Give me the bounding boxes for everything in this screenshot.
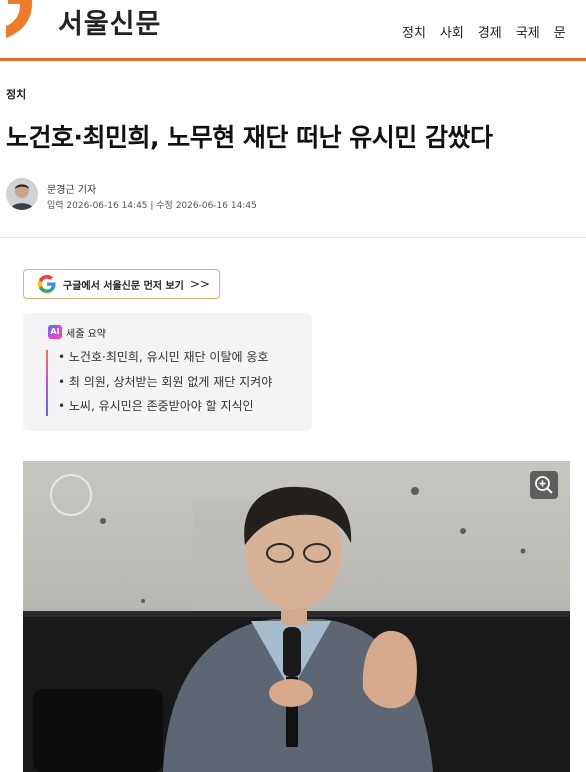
article-photo[interactable]: [23, 461, 570, 772]
reporter-avatar[interactable]: [6, 178, 38, 210]
summary-item: • 노건호·최민희, 유시민 재단 이탈에 옹호: [58, 350, 269, 364]
site-header: 서울신문 정치 사회 경제 국제 문: [0, 0, 586, 61]
chevron-right-double-icon: >>: [189, 277, 210, 291]
article-headline: 노건호·최민희, 노무현 재단 떠난 유시민 감쌌다: [6, 123, 493, 152]
zoom-in-icon: [535, 476, 553, 494]
summary-list: • 노건호·최민희, 유시민 재단 이탈에 옹호 • 최 의원, 상처받는 회원…: [58, 348, 272, 422]
reporter-name[interactable]: 문경근 기자: [47, 181, 96, 196]
divider: [0, 237, 586, 238]
avatar-image: [6, 178, 38, 210]
summary-item: • 최 의원, 상처받는 회원 없게 재단 지켜야: [58, 374, 273, 389]
section-label[interactable]: 정치: [6, 86, 26, 102]
summary-accent-bar: [46, 350, 48, 416]
nav-item-international[interactable]: 국제: [516, 22, 540, 41]
logo-icon[interactable]: [2, 0, 46, 38]
summary-item: • 노씨, 유시민은 존중받아야 할 지식인: [58, 399, 254, 413]
google-preferred-button[interactable]: 구글에서 서울신문 먼저 보기 >>: [23, 269, 220, 299]
nav-item-economy[interactable]: 경제: [478, 22, 502, 41]
main-nav: 정치 사회 경제 국제 문: [402, 22, 580, 41]
nav-item-politics[interactable]: 정치: [402, 22, 426, 41]
ai-summary-box: AI 세줄 요약 • 노건호·최민희, 유시민 재단 이탈에 옹호 • 최 의원…: [23, 313, 312, 431]
ai-icon: AI: [48, 325, 62, 339]
nav-item-culture[interactable]: 문: [554, 22, 566, 41]
site-logo-text[interactable]: 서울신문: [58, 2, 161, 41]
article-dates: 입력 2026-06-16 14:45 | 수정 2026-06-16 14:4…: [47, 201, 257, 211]
zoom-button[interactable]: [530, 471, 558, 499]
nav-item-society[interactable]: 사회: [440, 22, 464, 41]
google-button-label: 구글에서 서울신문 먼저 보기: [63, 280, 184, 292]
google-icon: [38, 275, 56, 293]
summary-title: 세줄 요약: [66, 329, 106, 340]
photo-image: [23, 461, 570, 772]
